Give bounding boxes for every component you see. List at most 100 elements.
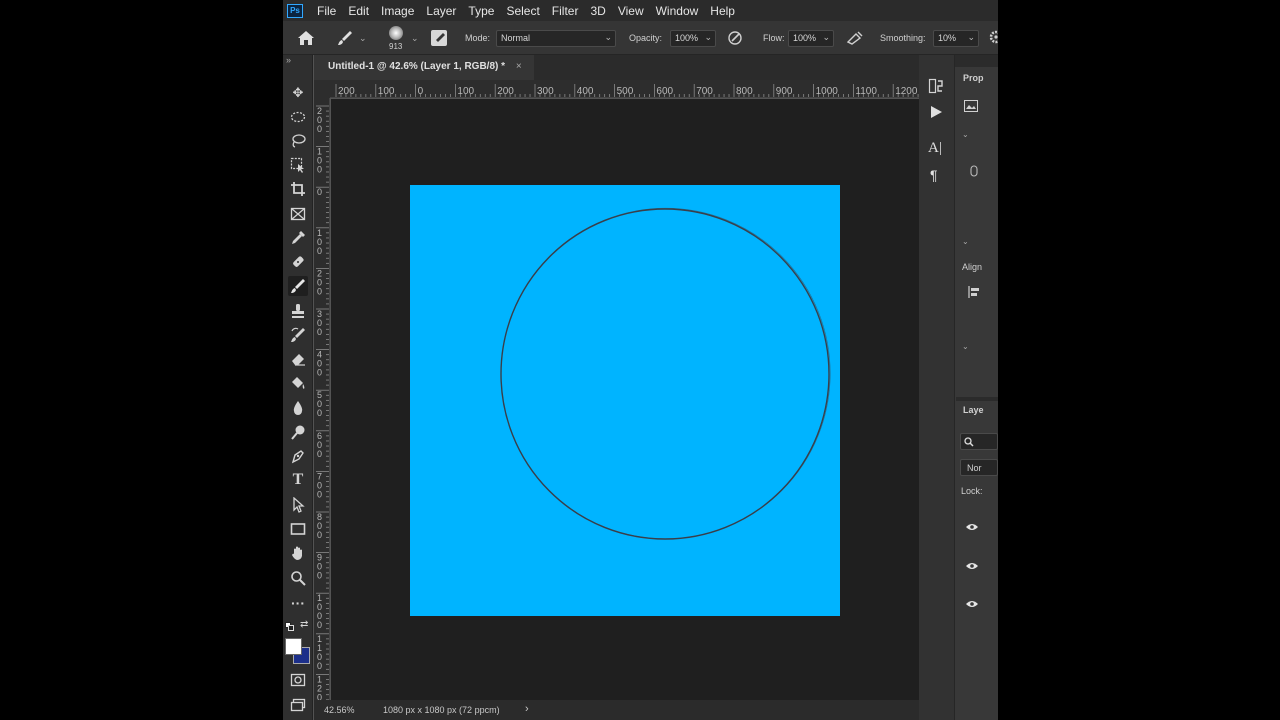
menu-image[interactable]: Image [375, 4, 420, 18]
gear-icon[interactable] [988, 30, 998, 44]
tools-panel: » ✥ T ··· ⇄ [283, 55, 313, 720]
rectangle-tool-icon[interactable] [288, 519, 308, 539]
blend-mode-dropdown[interactable]: Nor [960, 459, 998, 476]
smoothing-label: Smoothing: [880, 33, 926, 43]
paragraph-panel-icon[interactable]: ¶ [930, 167, 938, 183]
layer-visibility-eye-icon[interactable] [965, 599, 979, 609]
screen-mode-icon[interactable] [288, 695, 308, 715]
menu-view[interactable]: View [612, 4, 650, 18]
quick-mask-icon[interactable] [288, 670, 308, 690]
path-selection-tool-icon[interactable] [288, 495, 308, 515]
menu-type[interactable]: Type [462, 4, 500, 18]
dodge-tool-icon[interactable] [288, 422, 308, 442]
type-tool-icon[interactable]: T [288, 470, 308, 490]
opacity-field[interactable]: 100% ⌄ [670, 30, 716, 47]
brush-preset-icon[interactable] [337, 30, 353, 46]
ruler-label: 100 [457, 86, 474, 97]
menu-3d[interactable]: 3D [584, 4, 611, 18]
menu-file[interactable]: File [311, 4, 342, 18]
layer-visibility-eye-icon[interactable] [965, 522, 979, 532]
healing-brush-tool-icon[interactable] [288, 252, 308, 272]
foreground-color-swatch[interactable] [285, 638, 302, 655]
brush-tool-icon[interactable] [288, 276, 308, 296]
status-menu-arrow-icon[interactable]: › [525, 703, 529, 715]
layer-filter-search[interactable] [960, 433, 998, 450]
elliptical-marquee-tool-icon[interactable] [288, 107, 308, 127]
default-colors-icon[interactable] [285, 622, 295, 632]
clone-stamp-tool-icon[interactable] [288, 301, 308, 321]
ruler-label: 0 [317, 286, 322, 296]
airbrush-icon[interactable] [846, 30, 864, 46]
ruler-label: 0 [317, 692, 322, 700]
brush-panel-toggle-icon[interactable] [431, 30, 447, 46]
ruler-label: 0 [317, 571, 322, 581]
properties-panel-title[interactable]: Prop [963, 73, 984, 83]
document-tab[interactable]: Untitled-1 @ 42.6% (Layer 1, RGB/8) * × [314, 55, 534, 80]
menu-select[interactable]: Select [500, 4, 545, 18]
horizontal-ruler[interactable]: 200 100 0 100 200 300 400 500 600 700 800 900 1000 11… [330, 80, 919, 98]
ruler-label: 1000 [816, 86, 839, 97]
brush-preset-chevron-icon[interactable]: ⌄ [359, 33, 367, 44]
layer-visibility-eye-icon[interactable] [965, 561, 979, 571]
document-tab-title: Untitled-1 @ 42.6% (Layer 1, RGB/8) * [328, 61, 506, 72]
ruler-label: 200 [497, 86, 514, 97]
lasso-tool-icon[interactable] [288, 131, 308, 151]
layers-panel-title[interactable]: Laye [963, 405, 984, 415]
mode-dropdown[interactable]: Normal ⌄ [496, 30, 616, 47]
crop-tool-icon[interactable] [288, 179, 308, 199]
align-label: Align [962, 262, 983, 272]
frame-tool-icon[interactable] [288, 204, 308, 224]
move-tool-icon[interactable]: ✥ [288, 83, 308, 103]
mode-label: Mode: [465, 33, 491, 43]
align-left-icon[interactable] [968, 285, 980, 299]
mode-value: Normal [501, 33, 531, 43]
zoom-level[interactable]: 42.56% [324, 705, 355, 715]
character-panel-icon[interactable]: A| [928, 140, 942, 157]
brush-tip-preview-icon[interactable] [389, 26, 403, 40]
smoothing-field[interactable]: 10% ⌄ [933, 30, 979, 47]
blur-tool-icon[interactable] [288, 398, 308, 418]
brush-size-chevron-icon[interactable]: ⌄ [411, 33, 419, 44]
menu-filter[interactable]: Filter [546, 4, 585, 18]
ruler-label: 0 [317, 368, 322, 378]
smoothing-chevron-icon: ⌄ [967, 32, 975, 42]
brush-size-value: 913 [389, 42, 403, 51]
menu-help[interactable]: Help [704, 4, 741, 18]
pen-tool-icon[interactable] [288, 446, 308, 466]
canvas-workspace[interactable] [331, 99, 919, 700]
menu-edit[interactable]: Edit [342, 4, 375, 18]
ruler-origin[interactable] [314, 80, 330, 98]
menu-layer[interactable]: Layer [420, 4, 462, 18]
object-selection-tool-icon[interactable] [288, 155, 308, 175]
paint-bucket-tool-icon[interactable] [288, 373, 308, 393]
home-icon[interactable] [297, 30, 315, 46]
history-panel-icon[interactable] [928, 78, 944, 94]
document-info: 1080 px x 1080 px (72 ppcm) [383, 705, 500, 715]
eyedropper-tool-icon[interactable] [288, 228, 308, 248]
menu-window[interactable]: Window [650, 4, 705, 18]
eraser-tool-icon[interactable] [288, 349, 308, 369]
flow-field[interactable]: 100% ⌄ [788, 30, 834, 47]
photoshop-window: Ps File Edit Image Layer Type Select Fil… [283, 0, 998, 720]
vertical-ruler[interactable]: 2001000100200300400500600700800900100011… [314, 98, 330, 700]
close-tab-icon[interactable]: × [516, 61, 522, 72]
transform-section-chevron-icon[interactable]: ⌄ [962, 130, 969, 139]
align-section-chevron-icon[interactable]: ⌄ [962, 237, 969, 246]
ruler-label: 200 [338, 86, 355, 97]
quick-actions-chevron-icon[interactable]: ⌄ [962, 342, 969, 351]
toolbar-collapse-icon[interactable]: » [286, 55, 291, 65]
link-icon[interactable] [970, 165, 978, 177]
pixel-layer-icon [964, 100, 978, 112]
menu-bar: Ps File Edit Image Layer Type Select Fil… [283, 0, 998, 21]
swap-colors-icon[interactable]: ⇄ [300, 619, 308, 630]
document-canvas[interactable] [410, 185, 840, 616]
ruler-label: 0 [317, 661, 322, 671]
more-tools-icon[interactable]: ··· [288, 593, 308, 613]
zoom-tool-icon[interactable] [288, 568, 308, 588]
hand-tool-icon[interactable] [288, 543, 308, 563]
ruler-label: 600 [656, 86, 673, 97]
history-brush-tool-icon[interactable] [288, 325, 308, 345]
lock-label: Lock: [961, 486, 983, 496]
actions-play-icon[interactable] [929, 105, 943, 119]
pressure-opacity-icon[interactable] [727, 30, 743, 46]
